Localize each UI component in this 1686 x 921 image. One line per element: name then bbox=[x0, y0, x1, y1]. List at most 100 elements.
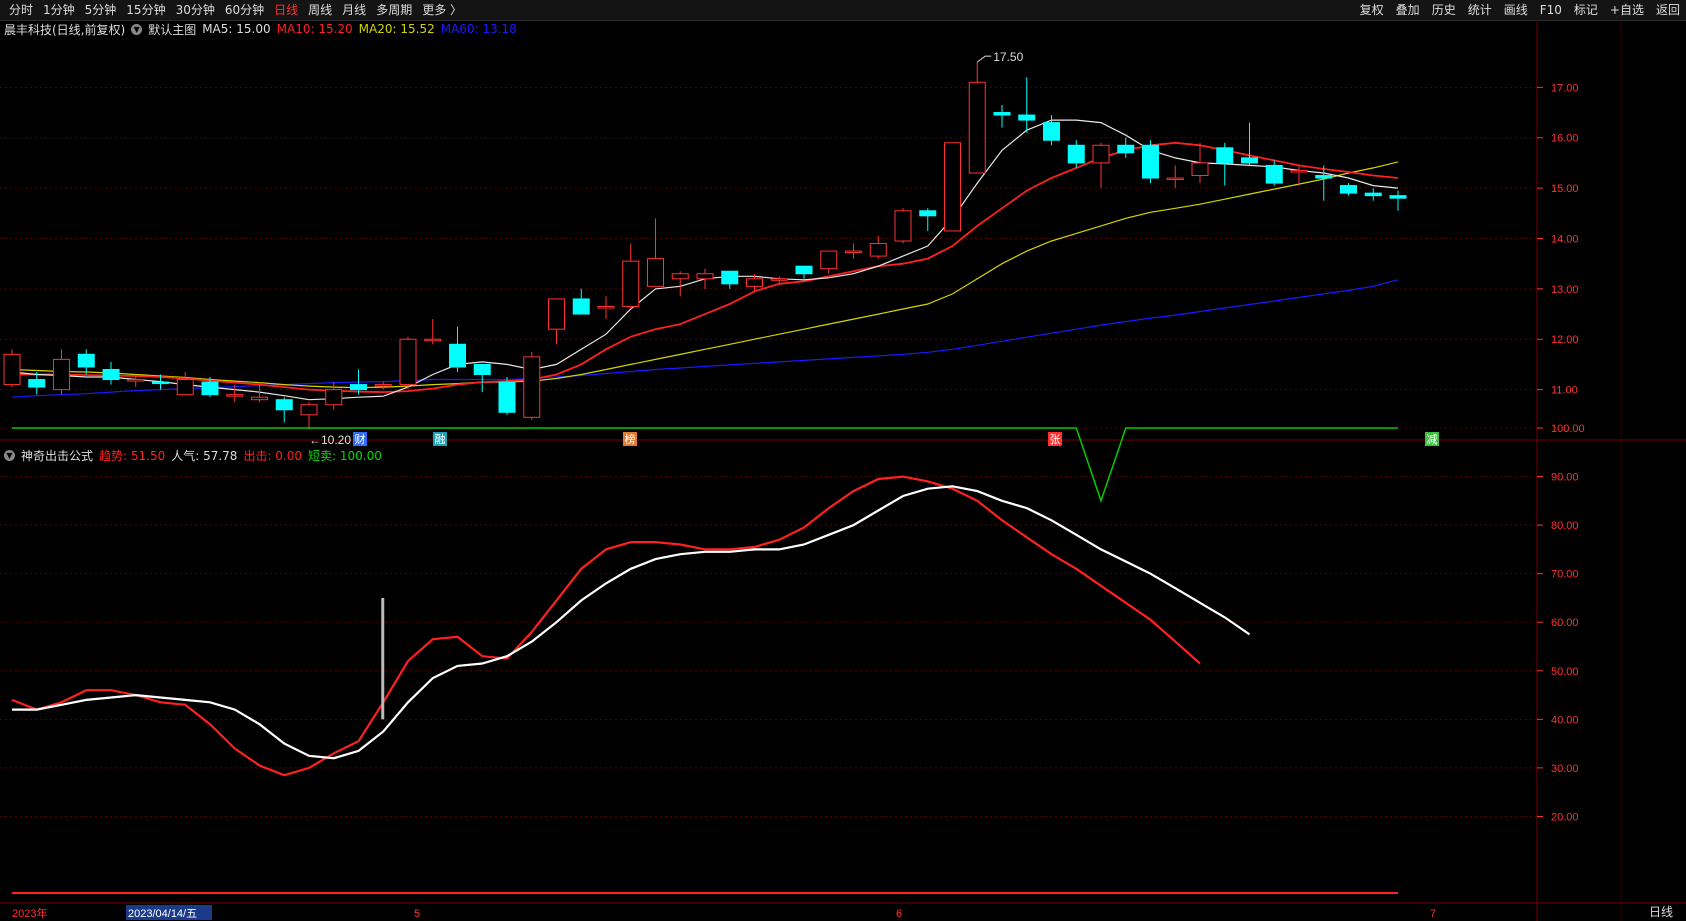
toolbar-button-5[interactable]: F10 bbox=[1534, 0, 1568, 20]
candle-body bbox=[300, 404, 318, 416]
event-marker-label: 榜 bbox=[625, 432, 636, 446]
period-tab-5[interactable]: 60分钟 bbox=[220, 0, 269, 20]
toolbar-button-7[interactable]: +自选 bbox=[1604, 0, 1650, 20]
period-toolbar: 分时 1分钟 5分钟 15分钟 30分钟 60分钟 日线 周线 月线 多周期 更多 〉 复权 叠加 历史… bbox=[0, 0, 1686, 21]
period-tab-7[interactable]: 周线 bbox=[303, 0, 337, 20]
price-tick-label: 13.00 bbox=[1551, 284, 1579, 296]
toolbar-button-1[interactable]: 叠加 bbox=[1390, 0, 1426, 20]
price-tick-label: 15.00 bbox=[1551, 183, 1579, 195]
candle-body bbox=[226, 394, 244, 397]
candle-body bbox=[1216, 147, 1234, 164]
indicator-tick-label: 70.00 bbox=[1551, 569, 1579, 581]
candle-body bbox=[1290, 169, 1308, 173]
candle-body bbox=[1364, 192, 1382, 197]
candle-body bbox=[622, 260, 640, 307]
candle-body bbox=[869, 243, 887, 257]
period-tab-1[interactable]: 1分钟 bbox=[38, 0, 80, 20]
candle-body bbox=[1389, 195, 1407, 199]
candle-body bbox=[894, 210, 912, 242]
candle-body bbox=[919, 210, 937, 217]
candle-body bbox=[251, 396, 268, 401]
attack-bar bbox=[381, 597, 385, 720]
kline-chart[interactable]: 17.00 16.00 15.00 14.00 13.00 12.00 11.00 100.0… bbox=[0, 20, 1686, 921]
candle-body bbox=[3, 353, 21, 386]
candle-body bbox=[1315, 175, 1333, 179]
price-tick-label: 17.00 bbox=[1551, 82, 1579, 94]
candle-body bbox=[1092, 144, 1110, 164]
candle-body bbox=[647, 258, 664, 287]
candle-body bbox=[498, 381, 516, 413]
ma10-line bbox=[12, 141, 1399, 394]
price-tick-label: 14.00 bbox=[1551, 233, 1579, 245]
date-axis-label: 2023/04/14/五 bbox=[128, 908, 197, 920]
candle-body bbox=[127, 379, 145, 382]
indicator-tick-label: 20.00 bbox=[1551, 811, 1579, 823]
price-tick-label: 16.00 bbox=[1551, 133, 1579, 145]
candle-body bbox=[1142, 144, 1159, 179]
candle-body bbox=[325, 389, 343, 406]
candle-body bbox=[523, 356, 541, 418]
indicator-tick-label: 40.00 bbox=[1551, 714, 1579, 726]
period-tab-3[interactable]: 15分钟 bbox=[121, 0, 170, 20]
candle-body bbox=[1043, 122, 1060, 141]
candle-body bbox=[28, 379, 46, 388]
period-tab-4[interactable]: 30分钟 bbox=[171, 0, 220, 20]
toolbar-button-4[interactable]: 画线 bbox=[1498, 0, 1534, 20]
price-tick-label: 12.00 bbox=[1551, 334, 1579, 346]
candle-body bbox=[1067, 144, 1085, 164]
candle-body bbox=[449, 343, 466, 368]
candle-body bbox=[597, 305, 615, 309]
period-tab-6[interactable]: 日线 bbox=[269, 0, 303, 20]
period-tab-10[interactable]: 更多 〉 bbox=[417, 0, 467, 20]
candle-body bbox=[548, 298, 565, 330]
trend-line bbox=[11, 475, 1201, 777]
period-tab-0[interactable]: 分时 bbox=[4, 0, 38, 20]
event-marker-label: 减 bbox=[1427, 433, 1438, 446]
toolbar-button-3[interactable]: 统计 bbox=[1462, 0, 1498, 20]
candle-body bbox=[993, 112, 1011, 116]
candle-body bbox=[572, 298, 590, 315]
candle-body bbox=[53, 358, 70, 391]
indicator-tick-label: 50.00 bbox=[1551, 666, 1579, 678]
toolbar-button-2[interactable]: 历史 bbox=[1426, 0, 1462, 20]
indicator-tick-label: 30.00 bbox=[1551, 763, 1579, 775]
candle-body bbox=[1241, 157, 1258, 164]
candle-body bbox=[424, 338, 442, 342]
candle-body bbox=[944, 142, 961, 232]
event-marker-label: 财 bbox=[355, 432, 366, 446]
date-axis-label: 2023年 bbox=[12, 906, 47, 920]
low-price-label: ←10.20 bbox=[309, 433, 351, 447]
candle-body bbox=[77, 353, 95, 368]
period-tabs: 分时 1分钟 5分钟 15分钟 30分钟 60分钟 日线 周线 月线 多周期 更多 〉 bbox=[4, 0, 467, 20]
period-tab-8[interactable]: 月线 bbox=[337, 0, 371, 20]
date-axis-label: 6 bbox=[896, 908, 902, 920]
indicator-tick-label: 90.00 bbox=[1551, 472, 1579, 484]
period-tab-2[interactable]: 5分钟 bbox=[80, 0, 122, 20]
period-switch-button[interactable]: 日线 bbox=[1636, 904, 1686, 921]
candle-body bbox=[795, 265, 813, 275]
toolbar-actions: 复权 叠加 历史 统计 画线 F10 标记 +自选 返回 bbox=[1354, 0, 1686, 20]
period-tab-9[interactable]: 多周期 bbox=[371, 0, 417, 20]
candle-body bbox=[845, 250, 862, 254]
candle-body bbox=[746, 278, 763, 287]
candle-body bbox=[968, 81, 986, 174]
candle-body bbox=[696, 273, 714, 280]
price-tick-label: 11.00 bbox=[1551, 385, 1578, 397]
candle-body bbox=[1340, 185, 1357, 194]
candle-body bbox=[820, 250, 838, 270]
event-marker-label: 融 bbox=[435, 433, 446, 446]
candle-body bbox=[399, 338, 417, 386]
high-price-label: 17.50 bbox=[993, 50, 1023, 64]
candle-body bbox=[1166, 177, 1184, 181]
toolbar-button-6[interactable]: 标记 bbox=[1568, 0, 1604, 20]
candle-body bbox=[350, 384, 367, 391]
short-sell-line bbox=[12, 427, 1398, 504]
candle-body bbox=[1191, 162, 1209, 177]
toolbar-button-8[interactable]: 返回 bbox=[1650, 0, 1686, 20]
toolbar-button-0[interactable]: 复权 bbox=[1354, 0, 1390, 20]
candle-body bbox=[473, 363, 491, 376]
candle-body bbox=[671, 273, 689, 280]
candle-body bbox=[102, 368, 120, 381]
high-pointer bbox=[976, 55, 992, 63]
candle-body bbox=[275, 399, 293, 411]
